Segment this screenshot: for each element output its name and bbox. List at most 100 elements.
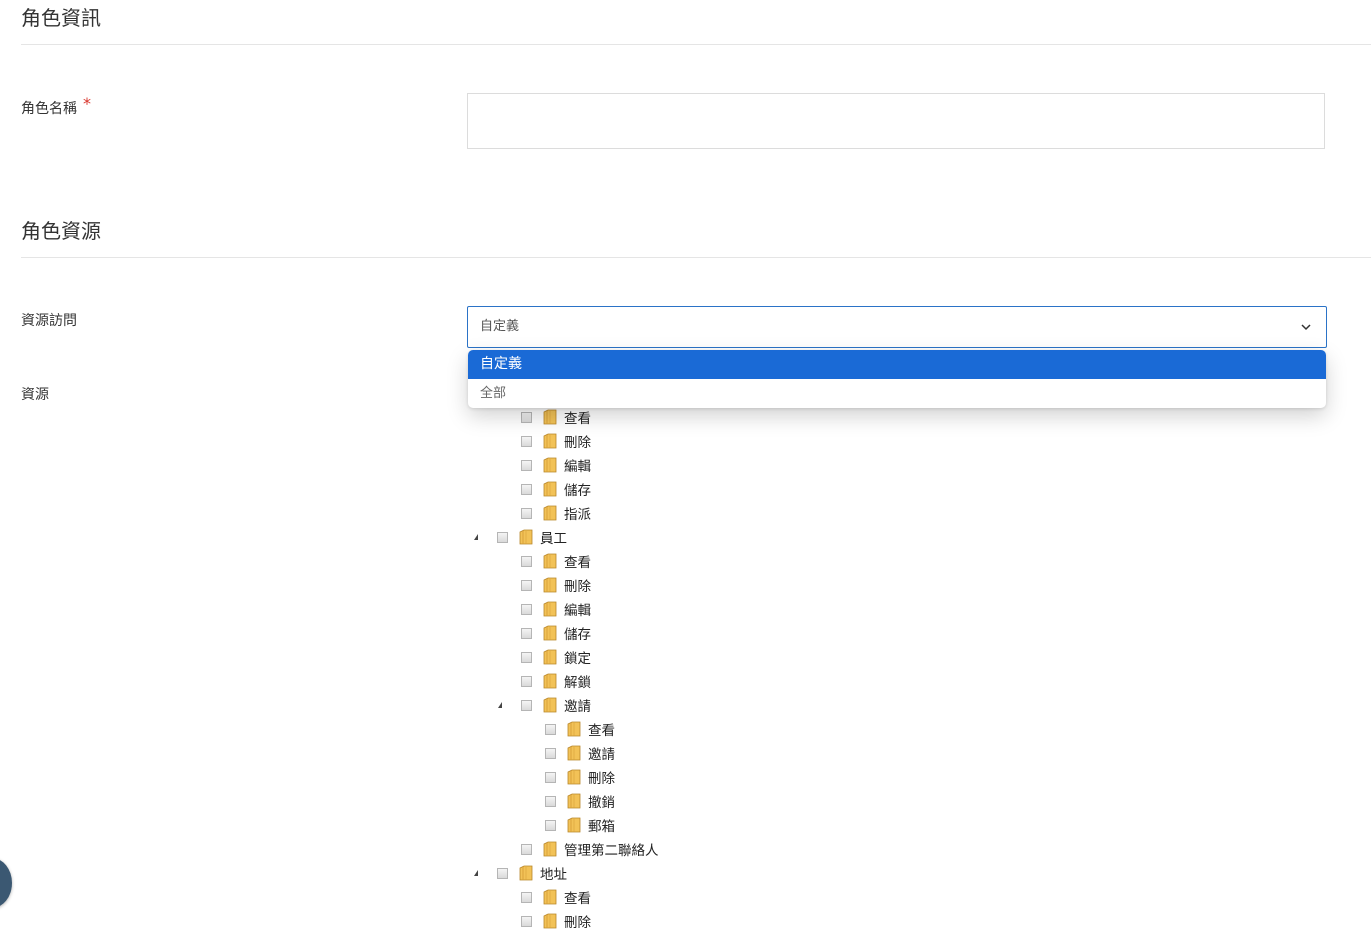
tree-node-label[interactable]: 邀請 [588, 743, 615, 763]
tree-node-checkbox[interactable] [521, 651, 532, 663]
tree-node: 地址 [474, 863, 567, 883]
folder-icon [543, 409, 557, 425]
tree-node-checkbox[interactable] [521, 435, 532, 447]
tree-node: 鎖定 [521, 647, 591, 667]
tree-node: 邀請 [498, 695, 591, 715]
role-info-heading: 角色資訊 [21, 6, 101, 30]
tree-node-checkbox[interactable] [497, 867, 508, 879]
tree-node: 查看 [521, 551, 591, 571]
tree-node-checkbox[interactable] [521, 555, 532, 567]
required-asterisk: * [83, 94, 91, 113]
floating-action-button[interactable] [0, 858, 12, 908]
tree-node: 解鎖 [521, 671, 591, 691]
tree-node-label[interactable]: 查看 [564, 887, 591, 907]
tree-node: 編輯 [521, 455, 591, 475]
tree-node-label[interactable]: 刪除 [564, 575, 591, 595]
folder-icon [543, 553, 557, 569]
tree-node-checkbox[interactable] [521, 411, 532, 423]
tree-node: 儲存 [521, 623, 591, 643]
role-name-label: 角色名稱 * [21, 94, 91, 118]
tree-node-label[interactable]: 查看 [564, 407, 591, 427]
tree-node-checkbox[interactable] [521, 699, 532, 711]
tree-node-checkbox[interactable] [521, 603, 532, 615]
role-name-input[interactable] [467, 93, 1325, 149]
tree-node-checkbox[interactable] [545, 795, 556, 807]
folder-icon [543, 577, 557, 593]
dropdown-option-all[interactable]: 全部 [468, 379, 1326, 408]
tree-node-label[interactable]: 刪除 [564, 911, 591, 931]
tree-node-label[interactable]: 邀請 [564, 695, 591, 715]
tree-node: 刪除 [545, 767, 615, 787]
tree-node-checkbox[interactable] [545, 771, 556, 783]
tree-node: 管理第二聯絡人 [521, 839, 659, 859]
tree-node-label[interactable]: 地址 [540, 863, 567, 883]
resource-access-select[interactable]: 自定義 [467, 306, 1327, 348]
chevron-down-icon [1301, 324, 1311, 331]
resources-label: 資源 [21, 387, 49, 403]
folder-icon [567, 721, 581, 737]
tree-node: 刪除 [521, 575, 591, 595]
tree-node-label[interactable]: 編輯 [564, 455, 591, 475]
tree-node-label[interactable]: 儲存 [564, 479, 591, 499]
tree-node: 儲存 [521, 479, 591, 499]
tree-node-label[interactable]: 刪除 [588, 767, 615, 787]
tree-node-label[interactable]: 編輯 [564, 599, 591, 619]
folder-icon [543, 433, 557, 449]
tree-node: 撤銷 [545, 791, 615, 811]
tree-node-checkbox[interactable] [521, 891, 532, 903]
tree-node-label[interactable]: 刪除 [564, 431, 591, 451]
dropdown-option-custom[interactable]: 自定義 [468, 350, 1326, 379]
tree-node-label[interactable]: 郵箱 [588, 815, 615, 835]
tree-node: 刪除 [521, 911, 591, 931]
folder-icon [543, 697, 557, 713]
tree-node-label[interactable]: 員工 [540, 527, 567, 547]
folder-icon [567, 817, 581, 833]
tree-node-checkbox[interactable] [545, 723, 556, 735]
tree-node: 查看 [521, 887, 591, 907]
tree-expand-arrow-icon[interactable] [474, 870, 478, 876]
folder-icon [543, 913, 557, 929]
resource-access-dropdown-menu: 自定義 全部 [468, 350, 1326, 408]
tree-node: 郵箱 [545, 815, 615, 835]
tree-expand-arrow-icon[interactable] [498, 702, 502, 708]
tree-node-checkbox[interactable] [497, 531, 508, 543]
folder-icon [543, 625, 557, 641]
tree-node: 員工 [474, 527, 567, 547]
folder-icon [543, 649, 557, 665]
tree-node-checkbox[interactable] [521, 483, 532, 495]
tree-node-label[interactable]: 指派 [564, 503, 591, 523]
folder-icon [567, 793, 581, 809]
tree-node-label[interactable]: 查看 [564, 551, 591, 571]
tree-expand-arrow-icon[interactable] [474, 534, 478, 540]
tree-node-label[interactable]: 撤銷 [588, 791, 615, 811]
tree-node: 刪除 [521, 431, 591, 451]
tree-node: 編輯 [521, 599, 591, 619]
tree-node: 查看 [545, 719, 615, 739]
tree-node-label[interactable]: 鎖定 [564, 647, 591, 667]
resource-access-selected-value: 自定義 [480, 319, 520, 334]
folder-icon [543, 889, 557, 905]
role-name-label-text: 角色名稱 [21, 101, 77, 117]
tree-node-checkbox[interactable] [521, 579, 532, 591]
folder-icon [567, 769, 581, 785]
tree-node-checkbox[interactable] [545, 819, 556, 831]
tree-node-label[interactable]: 儲存 [564, 623, 591, 643]
folder-icon [519, 865, 533, 881]
role-resources-heading: 角色資源 [21, 219, 101, 243]
tree-node-label[interactable]: 解鎖 [564, 671, 591, 691]
tree-node-checkbox[interactable] [521, 507, 532, 519]
folder-icon [543, 481, 557, 497]
tree-node-checkbox[interactable] [521, 459, 532, 471]
section-divider [21, 44, 1371, 45]
tree-node-checkbox[interactable] [521, 675, 532, 687]
folder-icon [567, 745, 581, 761]
section-divider [21, 257, 1371, 258]
tree-node-label[interactable]: 管理第二聯絡人 [564, 839, 659, 859]
tree-node-checkbox[interactable] [521, 627, 532, 639]
folder-icon [519, 529, 533, 545]
tree-node-checkbox[interactable] [545, 747, 556, 759]
tree-node-label[interactable]: 查看 [588, 719, 615, 739]
tree-node-checkbox[interactable] [521, 843, 532, 855]
resource-access-label: 資源訪問 [21, 313, 77, 329]
folder-icon [543, 841, 557, 857]
